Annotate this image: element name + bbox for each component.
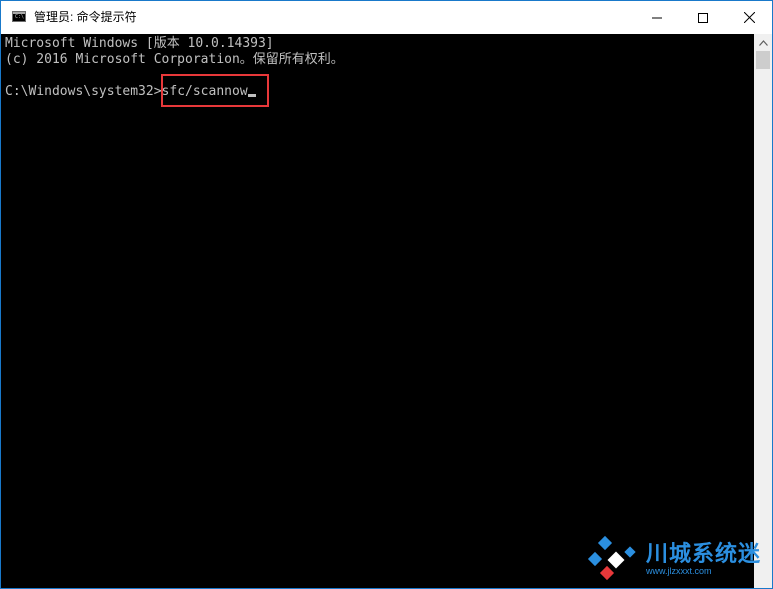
console-area[interactable]: Microsoft Windows [版本 10.0.14393] (c) 20… [1,34,754,588]
scroll-up-button[interactable] [754,34,772,51]
minimize-icon [652,17,662,18]
close-icon [743,12,755,23]
chevron-up-icon [758,39,768,46]
maximize-icon [698,12,708,23]
console-line-version: Microsoft Windows [版本 10.0.14393] [5,36,274,51]
console-line-copyright: (c) 2016 Microsoft Corporation。保留所有权利。 [5,52,344,67]
site-watermark: 川城系统迷 www.jlzxxxt.com [586,534,766,584]
scroll-thumb[interactable] [756,51,770,69]
prompt-text: C:\Windows\system32> [5,84,162,99]
watermark-logo-icon [587,535,636,581]
command-highlight-box [161,74,269,107]
cmd-window: C:\ 管理员: 命令提示符 Microsoft Windows [版本 10.… [0,0,773,589]
vertical-scrollbar[interactable] [754,34,772,588]
maximize-button[interactable] [680,1,726,34]
watermark-title: 川城系统迷 [646,541,762,566]
title-bar[interactable]: C:\ 管理员: 命令提示符 [1,1,772,34]
watermark-url: www.jlzxxxt.com [646,566,712,576]
console-icon-glyph: C:\ [15,14,25,20]
minimize-button[interactable] [634,1,680,34]
window-title: 管理员: 命令提示符 [34,10,137,24]
close-button[interactable] [726,1,772,34]
console-icon[interactable]: C:\ [12,11,26,22]
